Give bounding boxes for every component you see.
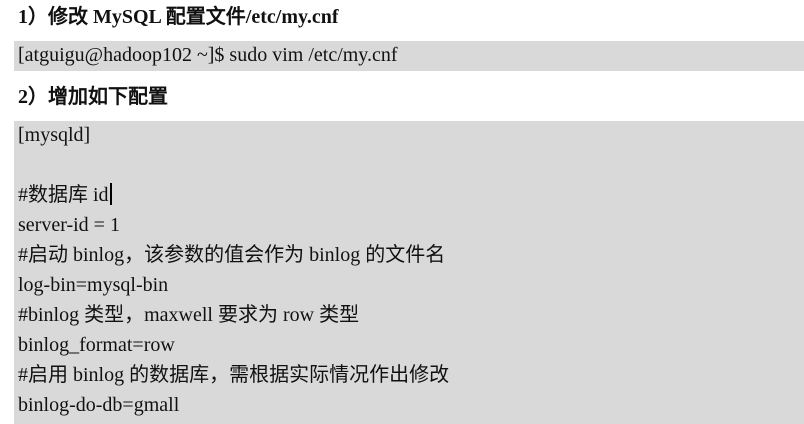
config-line-comment-binlog-format: #binlog 类型，maxwell 要求为 row 类型 bbox=[18, 304, 360, 326]
config-line-log-bin: log-bin=mysql-bin bbox=[18, 274, 169, 296]
config-line-comment-server-id: #数据库 id bbox=[18, 183, 112, 207]
config-line-binlog-do-db: binlog-do-db=gmall bbox=[18, 394, 180, 416]
config-line-comment-log-bin: #启动 binlog，该参数的值会作为 binlog 的文件名 bbox=[18, 244, 446, 266]
config-line-comment-server-id-text: #数据库 id bbox=[18, 184, 109, 206]
command-block: [atguigu@hadoop102 ~]$ sudo vim /etc/my.… bbox=[14, 41, 804, 71]
config-block[interactable]: [mysqld] #数据库 id server-id = 1 #启动 binlo… bbox=[14, 121, 804, 424]
step2-heading: 2）增加如下配置 bbox=[18, 86, 168, 108]
command-line[interactable]: [atguigu@hadoop102 ~]$ sudo vim /etc/my.… bbox=[18, 43, 398, 67]
config-line-comment-binlog-do-db: #启用 binlog 的数据库，需根据实际情况作出修改 bbox=[18, 364, 450, 386]
config-line-server-id: server-id = 1 bbox=[18, 214, 120, 236]
config-line-section: [mysqld] bbox=[18, 124, 91, 146]
config-line-binlog-format: binlog_format=row bbox=[18, 334, 175, 356]
step1-heading: 1）修改 MySQL 配置文件/etc/my.cnf bbox=[18, 6, 339, 28]
text-cursor bbox=[109, 183, 112, 205]
